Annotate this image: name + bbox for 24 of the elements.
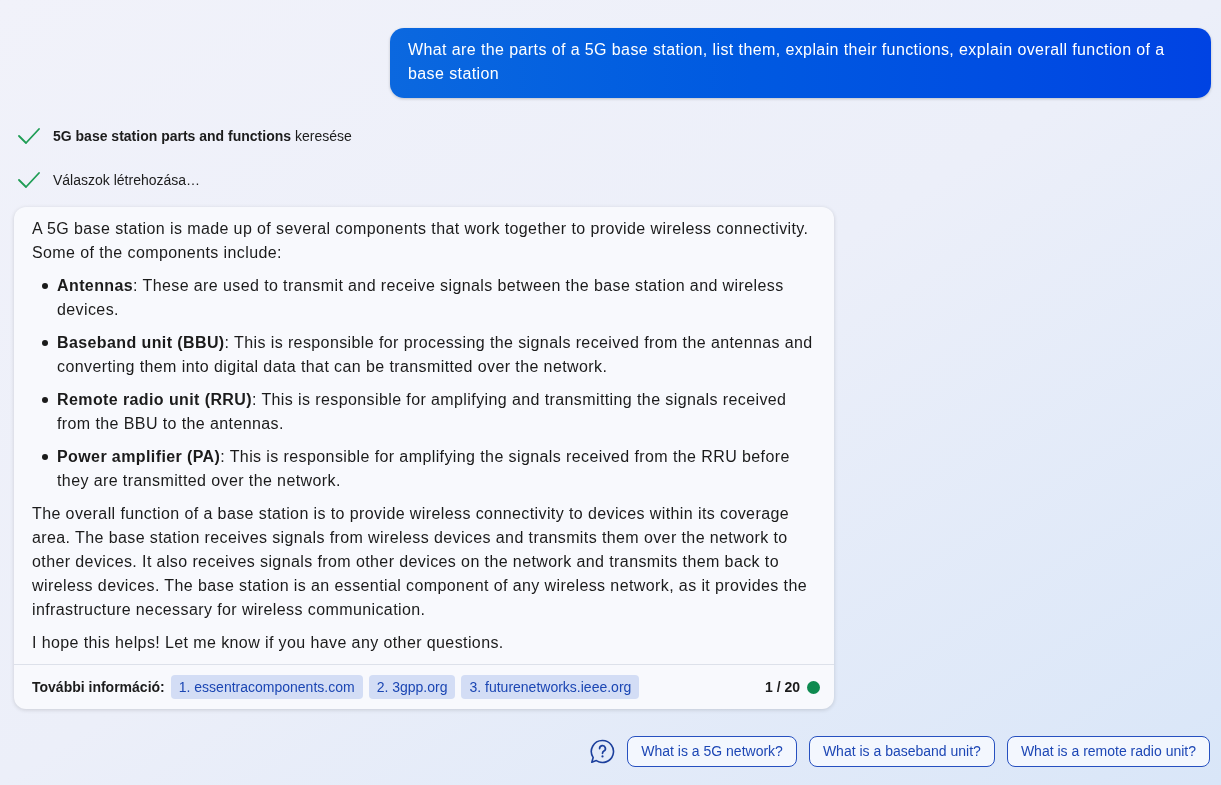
bullet-icon [42, 283, 48, 289]
help-chat-icon[interactable] [590, 739, 616, 764]
bullet-item: Power amplifier (PA): This is responsible for amplifying the signals received from the RRU before they are transmitted over the network. [57, 447, 791, 491]
answer-paragraph: A 5G base station is made up of several components that work together to provide wireless connectivity. Some of the components include: [32, 219, 810, 263]
more-info-label: További információ: [32, 677, 165, 697]
bullet-icon [42, 454, 48, 460]
answer-paragraph: I hope this helps! Let me know if you have any other questions. [32, 633, 505, 653]
source-link[interactable]: 2. 3gpp.org [368, 675, 456, 699]
bullet-item: Remote radio unit (RRU): This is responsible for amplifying and transmitting the signals received from the BBU to the antennas. [57, 390, 788, 434]
suggestion-chip[interactable]: What is a 5G network? [627, 736, 797, 767]
user-message-bubble: What are the parts of a 5G base station, list them, explain their functions, explain overall function of a base station [390, 28, 1211, 98]
source-link[interactable]: 3. futurenetworks.ieee.org [461, 675, 640, 699]
answer-paragraph: The overall function of a base station is to provide wireless connectivity to devices within its coverage area. The base station receives signals from wireless devices and transmits them over the network to other devices. It also receives signals from other devices on the network and transmits them back to wireless devices. The base station is an essential component of any wireless network, as it provides the infrastructure necessary for wireless communication. [32, 504, 808, 620]
source-link[interactable]: 1. essentracomponents.com [170, 675, 363, 699]
bullet-icon [42, 397, 48, 403]
bullet-icon [42, 340, 48, 346]
suggestion-chip[interactable]: What is a remote radio unit? [1006, 736, 1210, 767]
status-dot-icon [807, 680, 820, 694]
bullet-item: Antennas: These are used to transmit and receive signals between the base station and wireless devices. [57, 276, 785, 320]
response-counter: 1 / 20 [764, 677, 800, 697]
progress-status-text: Válaszok létrehozása… [53, 171, 201, 190]
bullet-item: Baseband unit (BBU): This is responsible for processing the signals received from the antennas and converting them into digital data that can be transmitted over the network. [57, 333, 814, 377]
suggestion-chip[interactable]: What is a baseband unit? [808, 736, 995, 767]
progress-status-text: 5G base station parts and functions keresése [53, 127, 352, 146]
